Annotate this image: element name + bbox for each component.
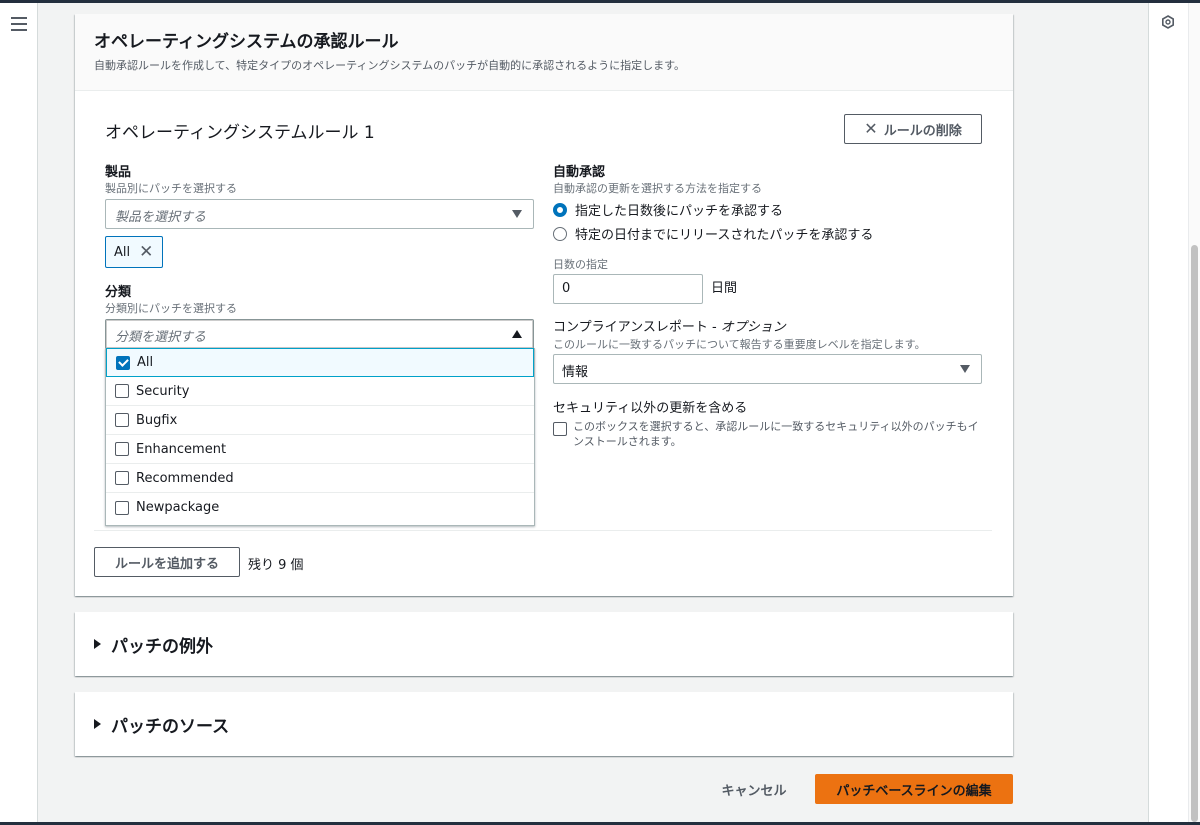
compliance-label: コンプライアンスレポート - オプション xyxy=(553,316,786,335)
option-all[interactable]: All xyxy=(106,348,534,377)
delete-rule-button[interactable]: ✕ ルールの削除 xyxy=(844,114,982,144)
radio-label: 特定の日付までにリリースされたパッチを承認する xyxy=(575,228,874,243)
close-icon: ✕ xyxy=(864,119,878,138)
section-title: パッチのソース xyxy=(111,716,230,737)
cancel-button[interactable]: キャンセル xyxy=(710,775,798,803)
non-security-checkbox[interactable] xyxy=(553,422,567,436)
radio-approve-after-days[interactable]: 指定した日数後にパッチを承認する xyxy=(553,200,783,219)
compliance-description: このルールに一致するパッチについて報告する重要度レベルを指定します。 xyxy=(553,338,926,351)
option-label: Newpackage xyxy=(136,500,220,515)
classification-dropdown: All Security Bugfix Enhancement Recommen… xyxy=(105,348,535,526)
caret-down-icon xyxy=(960,365,970,373)
scrollbar-thumb[interactable] xyxy=(1191,245,1198,822)
top-bar xyxy=(0,0,1200,3)
patch-sources-section[interactable]: パッチのソース xyxy=(75,692,1013,756)
section-title: パッチの例外 xyxy=(111,636,213,657)
days-label: 日数の指定 xyxy=(553,258,608,271)
checkbox[interactable] xyxy=(116,355,130,370)
scrollbar[interactable] xyxy=(1188,3,1200,822)
option-security[interactable]: Security xyxy=(106,377,534,406)
product-placeholder: 製品を選択する xyxy=(115,210,207,225)
panel-description: 自動承認ルールを作成して、特定タイプのオペレーティングシステムのパッチが自動的に… xyxy=(94,59,686,72)
checkbox[interactable] xyxy=(115,471,129,485)
caret-right-icon xyxy=(94,719,101,729)
product-select[interactable]: 製品を選択する xyxy=(105,199,534,229)
auto-approval-description: 自動承認の更新を選択する方法を指定する xyxy=(553,182,762,195)
side-navigation xyxy=(0,3,38,822)
radio-button[interactable] xyxy=(553,226,567,241)
days-input[interactable]: 0 xyxy=(553,274,703,304)
checkbox[interactable] xyxy=(115,384,129,398)
non-security-label: セキュリティ以外の更新を含める xyxy=(553,401,748,416)
compliance-severity-select[interactable]: 情報 xyxy=(553,354,982,384)
compliance-optional: オプション xyxy=(720,320,786,335)
classification-label: 分類 xyxy=(105,285,132,300)
panel-title: オペレーティングシステムの承認ルール xyxy=(94,32,399,52)
divider xyxy=(94,530,992,531)
compliance-severity-value: 情報 xyxy=(562,365,589,380)
add-rule-button[interactable]: ルールを追加する xyxy=(94,547,240,577)
product-label: 製品 xyxy=(105,165,132,180)
caret-right-icon xyxy=(94,639,101,649)
classification-description: 分類別にパッチを選択する xyxy=(105,302,237,315)
radio-label: 指定した日数後にパッチを承認する xyxy=(575,204,784,219)
option-enhancement[interactable]: Enhancement xyxy=(106,435,534,464)
option-newpackage[interactable]: Newpackage xyxy=(106,493,534,522)
checkbox[interactable] xyxy=(115,500,129,515)
option-label: Enhancement xyxy=(136,441,227,457)
rule-title: オペレーティングシステムルール 1 xyxy=(105,123,375,143)
menu-icon[interactable] xyxy=(11,17,27,31)
option-label: All xyxy=(137,355,154,370)
radio-button[interactable] xyxy=(553,202,567,217)
panel-header: オペレーティングシステムの承認ルール 自動承認ルールを作成して、特定タイプのオペ… xyxy=(75,14,1013,91)
os-approval-rules-panel: オペレーティングシステムの承認ルール 自動承認ルールを作成して、特定タイプのオペ… xyxy=(75,14,1013,596)
option-bugfix[interactable]: Bugfix xyxy=(106,406,534,435)
remove-token-icon[interactable]: ✕ xyxy=(139,243,153,261)
classification-placeholder: 分類を選択する xyxy=(115,330,207,345)
edit-patch-baseline-button[interactable]: パッチベースラインの編集 xyxy=(815,774,1013,804)
remaining-rules-count: 残り 9 個 xyxy=(248,558,304,573)
delete-rule-label: ルールの削除 xyxy=(883,123,962,139)
auto-approval-label: 自動承認 xyxy=(553,165,606,180)
non-security-description: このボックスを選択すると、承認ルールに一致するセキュリティ以外のパッチもインスト… xyxy=(573,420,979,448)
caret-down-icon xyxy=(512,210,522,218)
option-recommended[interactable]: Recommended xyxy=(106,464,534,493)
checkbox[interactable] xyxy=(115,442,129,456)
caret-up-icon xyxy=(512,330,522,338)
patch-exceptions-section[interactable]: パッチの例外 xyxy=(75,612,1013,676)
days-unit: 日間 xyxy=(711,281,738,296)
option-label: Recommended xyxy=(136,470,234,486)
product-token-label: All xyxy=(114,244,131,260)
tools-panel xyxy=(1148,3,1188,822)
option-label: Bugfix xyxy=(136,412,178,428)
option-label: Security xyxy=(136,383,190,399)
radio-approve-until-date[interactable]: 特定の日付までにリリースされたパッチを承認する xyxy=(553,224,873,243)
product-token: All ✕ xyxy=(105,236,163,268)
product-description: 製品別にパッチを選択する xyxy=(105,182,237,195)
info-icon[interactable] xyxy=(1161,15,1175,29)
checkbox[interactable] xyxy=(115,413,129,427)
compliance-label-text: コンプライアンスレポート - xyxy=(553,320,721,335)
classification-select[interactable]: 分類を選択する xyxy=(105,319,534,349)
